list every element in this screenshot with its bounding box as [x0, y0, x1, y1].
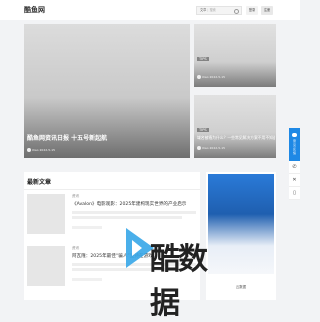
register-button[interactable]: 注册 [261, 6, 273, 15]
article-thumbnail[interactable] [27, 194, 65, 234]
feedback-button[interactable]: 意见反馈 [289, 128, 300, 161]
wechat-icon[interactable]: ✆ [289, 161, 300, 174]
watermark-text: 酷数据 [150, 242, 208, 321]
share-icon[interactable]: ✕ [289, 174, 300, 187]
play-icon-inner [132, 240, 142, 256]
chat-icon [292, 133, 297, 137]
search-icon[interactable] [234, 8, 239, 14]
side-banner-date: Xiao 2022-5-15 [202, 75, 226, 79]
watermark: 酷数据 [110, 220, 210, 321]
login-button[interactable]: 登录 [246, 6, 258, 15]
floating-toolbar: 意见反馈 ✆ ✕ ▯ [289, 128, 300, 232]
article-excerpt [72, 211, 196, 214]
featured-meta: Xiao 2022-5-15 [27, 148, 55, 152]
side-banner-meta: Xiao 2022-5-15 [197, 75, 225, 79]
search-input[interactable]: 文章 | 搜索 [196, 6, 242, 15]
article-excerpt [72, 216, 182, 219]
article-category[interactable]: 资讯 [72, 194, 79, 199]
featured-banner[interactable]: 酷鱼网资讯日报 十五号新起航 Xiao 2022-5-15 [24, 24, 190, 158]
feedback-label: 意见反馈 [292, 139, 296, 155]
search-placeholder: 搜索 [209, 8, 216, 12]
article-title[interactable]: 《Avalon》电影观影：2025年建构现实世界的产业启示 [72, 201, 186, 207]
side-banner-2[interactable]: TIPS 域名被墙为什么？一些常见解决方案不用不知道 Xiao 2022-5-1… [194, 95, 276, 158]
featured-title[interactable]: 酷鱼网资讯日报 十五号新起航 [27, 133, 107, 142]
article-thumbnail[interactable] [27, 246, 65, 286]
sidebar-ad-caption: 云数据 [235, 285, 247, 289]
section-heading: 最新文章 [27, 179, 52, 186]
sidebar-ad-image[interactable] [208, 174, 274, 274]
divider [24, 189, 200, 190]
featured-date: Xiao 2022-5-15 [32, 148, 56, 152]
side-banner-tag: TIPS [197, 128, 209, 132]
site-header: 酷鱼网 文章 | 搜索 登录 注册 [0, 0, 300, 20]
site-logo[interactable]: 酷鱼网 [24, 5, 45, 15]
side-banner-tag: TIPS [197, 57, 209, 61]
search-category[interactable]: 文章 [200, 8, 206, 12]
side-banner-1[interactable]: TIPS Xiao 2022-5-15 [194, 24, 276, 87]
sidebar-ad[interactable]: 云数据 [206, 172, 276, 300]
side-banner-date: Xiao 2022-5-15 [202, 146, 226, 150]
mobile-icon[interactable]: ▯ [289, 187, 300, 200]
side-banner-meta: Xiao 2022-5-15 [197, 146, 225, 150]
author-avatar [197, 146, 201, 150]
article-meta [72, 226, 102, 229]
article-meta [72, 278, 102, 281]
author-avatar [27, 148, 31, 152]
article-category[interactable]: 资讯 [72, 246, 79, 251]
side-banner-title[interactable]: 域名被墙为什么？一些常见解决方案不用不知道 [197, 135, 275, 141]
author-avatar [197, 75, 201, 79]
